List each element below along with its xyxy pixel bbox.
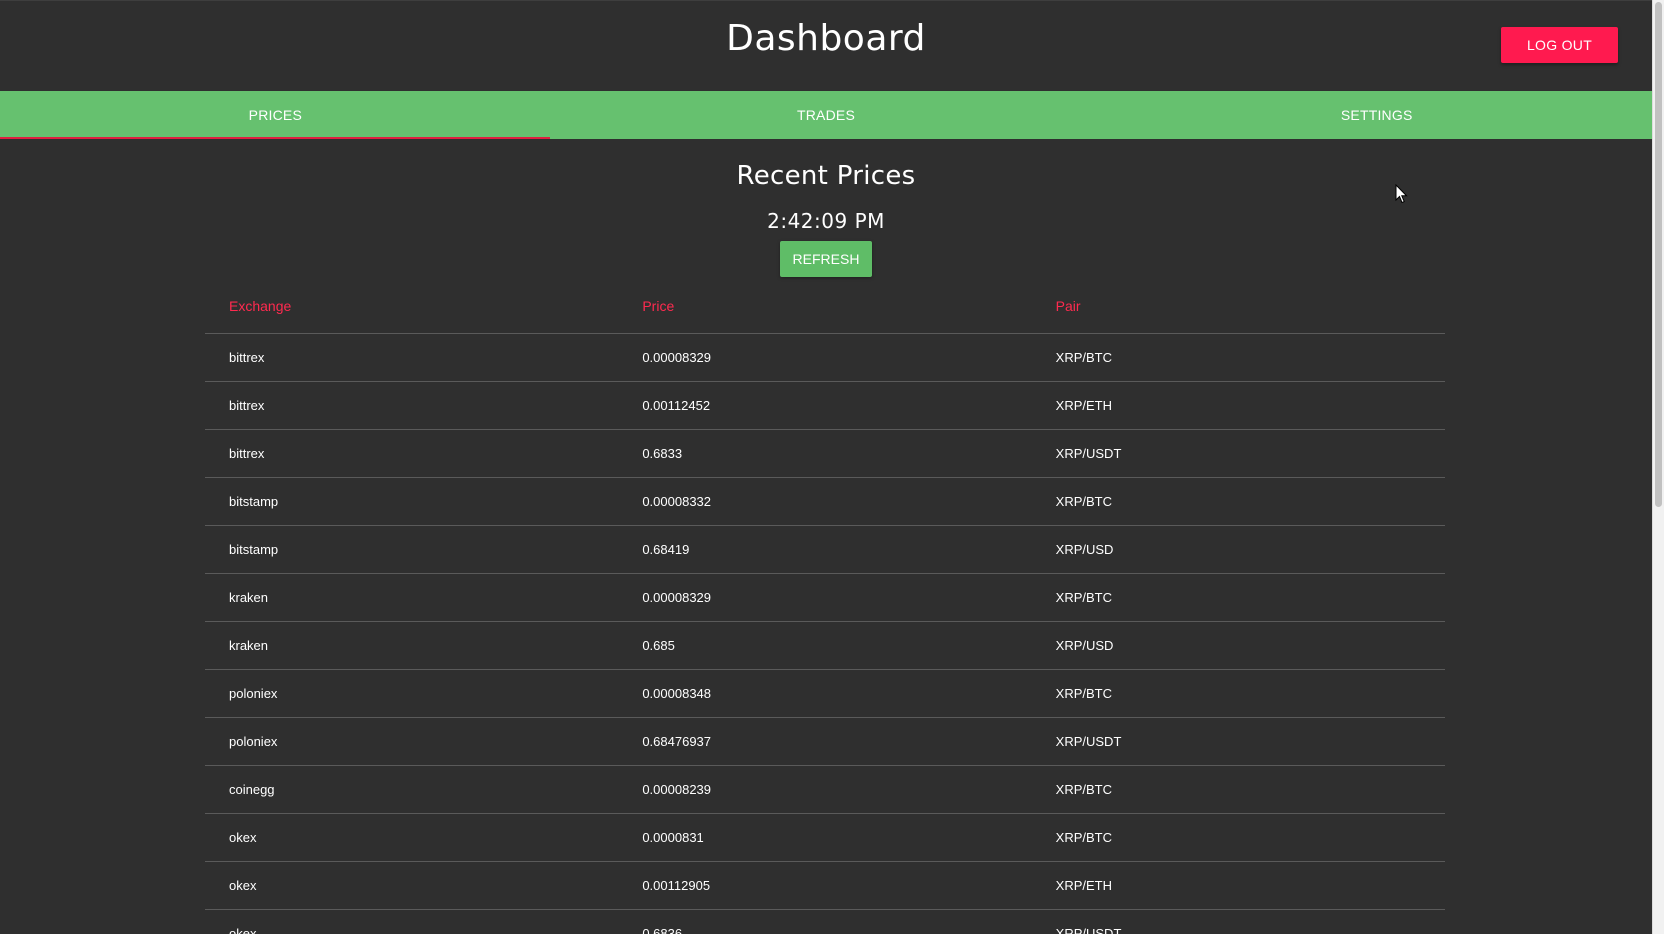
table-header-row: Exchange Price Pair	[205, 279, 1445, 334]
cell-pair: XRP/USD	[1031, 621, 1445, 670]
table-body: bittrex 0.00008329 XRP/BTC bittrex 0.0011245…	[205, 333, 1445, 934]
column-header-pair[interactable]: Pair	[1031, 279, 1445, 334]
cell-price: 0.00008348	[618, 669, 1032, 718]
logout-button[interactable]: LOG OUT	[1501, 27, 1618, 63]
tab-settings[interactable]: SETTINGS	[1101, 91, 1652, 139]
cell-price: 0.6833	[618, 429, 1032, 478]
table-row: kraken 0.685 XRP/USD	[205, 621, 1445, 670]
table-row: poloniex 0.00008348 XRP/BTC	[205, 669, 1445, 718]
table-row: bittrex 0.6833 XRP/USDT	[205, 429, 1445, 478]
cell-pair: XRP/ETH	[1031, 381, 1445, 430]
tab-trades[interactable]: TRADES	[551, 91, 1102, 139]
table-row: coinegg 0.00008239 XRP/BTC	[205, 765, 1445, 814]
cell-pair: XRP/BTC	[1031, 333, 1445, 382]
cell-pair: XRP/USDT	[1031, 717, 1445, 766]
cell-pair: XRP/USD	[1031, 525, 1445, 574]
cell-exchange: bitstamp	[205, 477, 619, 526]
cell-price: 0.68476937	[618, 717, 1032, 766]
cell-exchange: okex	[205, 909, 619, 934]
cell-exchange: bitstamp	[205, 525, 619, 574]
cell-pair: XRP/BTC	[1031, 813, 1445, 862]
page-content: Dashboard LOG OUT PRICES TRADES SETTINGS…	[0, 0, 1652, 934]
cell-exchange: bittrex	[205, 381, 619, 430]
last-updated-time: 2:42:09 PM	[767, 209, 885, 233]
table-row: kraken 0.00008329 XRP/BTC	[205, 573, 1445, 622]
cell-price: 0.68419	[618, 525, 1032, 574]
cell-exchange: okex	[205, 813, 619, 862]
cell-pair: XRP/ETH	[1031, 861, 1445, 910]
cell-pair: XRP/BTC	[1031, 573, 1445, 622]
vertical-scrollbar[interactable]	[1652, 0, 1664, 934]
cell-exchange: poloniex	[205, 669, 619, 718]
cell-price: 0.6836	[618, 909, 1032, 934]
cell-price: 0.00008332	[618, 477, 1032, 526]
main-content: Recent Prices 2:42:09 PM REFRESH	[0, 139, 1652, 277]
cell-pair: XRP/BTC	[1031, 765, 1445, 814]
cell-price: 0.00112905	[618, 861, 1032, 910]
app-header: Dashboard LOG OUT	[0, 0, 1652, 91]
app-viewport: Dashboard LOG OUT PRICES TRADES SETTINGS…	[0, 0, 1664, 934]
cell-exchange: kraken	[205, 621, 619, 670]
cell-pair: XRP/BTC	[1031, 669, 1445, 718]
refresh-button[interactable]: REFRESH	[780, 241, 872, 277]
cell-pair: XRP/BTC	[1031, 477, 1445, 526]
page-title: Dashboard	[726, 18, 926, 59]
cell-exchange: okex	[205, 861, 619, 910]
tab-prices[interactable]: PRICES	[0, 91, 551, 139]
column-header-exchange[interactable]: Exchange	[205, 279, 619, 334]
cell-exchange: bittrex	[205, 429, 619, 478]
table-row: okex 0.0000831 XRP/BTC	[205, 813, 1445, 862]
table-row: okex 0.6836 XRP/USDT	[205, 909, 1445, 934]
table-row: bittrex 0.00112452 XRP/ETH	[205, 381, 1445, 430]
table-row: bittrex 0.00008329 XRP/BTC	[205, 333, 1445, 382]
cell-price: 0.00112452	[618, 381, 1032, 430]
cell-price: 0.00008239	[618, 765, 1032, 814]
cell-exchange: kraken	[205, 573, 619, 622]
column-header-price[interactable]: Price	[618, 279, 1032, 334]
cell-exchange: coinegg	[205, 765, 619, 814]
cell-pair: XRP/USDT	[1031, 909, 1445, 934]
cell-price: 0.00008329	[618, 573, 1032, 622]
tab-bar: PRICES TRADES SETTINGS	[0, 91, 1652, 139]
cell-price: 0.685	[618, 621, 1032, 670]
cell-exchange: poloniex	[205, 717, 619, 766]
scrollbar-thumb[interactable]	[1655, 2, 1662, 507]
mouse-cursor-icon	[1395, 184, 1408, 204]
prices-table-container: Exchange Price Pair bittrex 0.00008329 XRP…	[205, 279, 1445, 934]
prices-table: Exchange Price Pair bittrex 0.00008329 XRP…	[205, 279, 1445, 934]
cell-price: 0.0000831	[618, 813, 1032, 862]
table-row: bitstamp 0.00008332 XRP/BTC	[205, 477, 1445, 526]
table-row: bitstamp 0.68419 XRP/USD	[205, 525, 1445, 574]
cell-pair: XRP/USDT	[1031, 429, 1445, 478]
cell-exchange: bittrex	[205, 333, 619, 382]
cell-price: 0.00008329	[618, 333, 1032, 382]
table-row: okex 0.00112905 XRP/ETH	[205, 861, 1445, 910]
table-row: poloniex 0.68476937 XRP/USDT	[205, 717, 1445, 766]
